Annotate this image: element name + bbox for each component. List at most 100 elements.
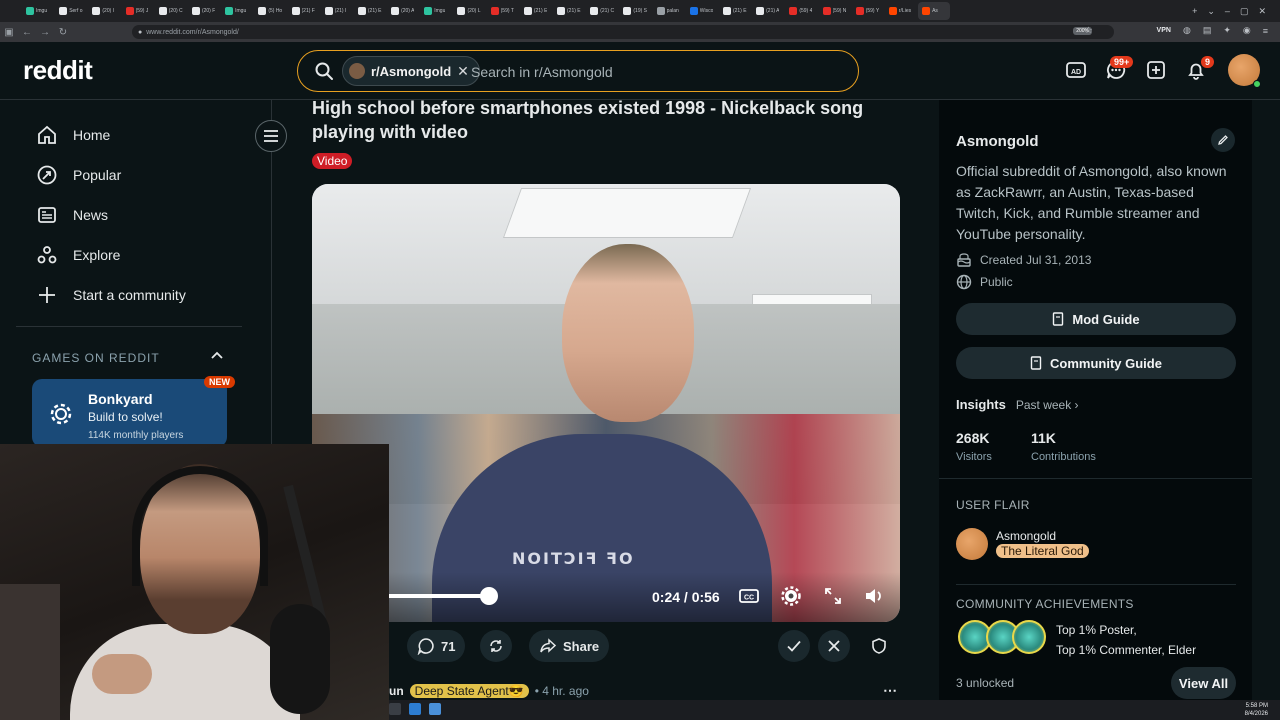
browser-tab[interactable]: (59) N: [819, 2, 851, 20]
community-name[interactable]: Asmongold: [956, 133, 1039, 150]
crosspost-button[interactable]: [480, 630, 512, 662]
forward-icon[interactable]: →: [36, 27, 54, 38]
browser-tab[interactable]: Imgu: [420, 2, 452, 20]
close-icon[interactable]: ✕: [457, 63, 469, 80]
insights-header[interactable]: Insights Past week ›: [956, 397, 1079, 412]
comment-flair: Deep State Agent😎: [409, 684, 529, 698]
video-scrubber[interactable]: [480, 587, 498, 605]
menu-icon[interactable]: ≡: [1263, 26, 1268, 36]
ceiling-light: [502, 188, 752, 238]
close-window-icon[interactable]: ✕: [1258, 6, 1266, 17]
browser-tab[interactable]: r/Lies: [885, 2, 917, 20]
browser-tab[interactable]: (5) Ho: [254, 2, 286, 20]
browser-tab[interactable]: Imgu: [22, 2, 54, 20]
post-title[interactable]: High school before smartphones existed 1…: [312, 96, 908, 144]
minimize-icon[interactable]: –: [1225, 6, 1230, 16]
mod-shield-button[interactable]: [863, 630, 895, 662]
browser-tab[interactable]: (59) Y: [852, 2, 884, 20]
taskbar-clock[interactable]: 5:58 PM 8/4/2026: [1245, 702, 1268, 718]
remove-button[interactable]: [818, 630, 850, 662]
game-card-bonkyard[interactable]: Bonkyard Build to solve! 114K monthly pl…: [32, 379, 227, 447]
more-options-icon[interactable]: ⋯: [883, 682, 897, 699]
profile-icon[interactable]: ◉: [1243, 25, 1251, 36]
achievement-badge-icon[interactable]: [1012, 620, 1046, 654]
captions-icon[interactable]: CC: [739, 586, 759, 606]
view-all-button[interactable]: View All: [1171, 667, 1236, 699]
browser-tab[interactable]: (21) E: [553, 2, 585, 20]
browser-tab[interactable]: (19) S: [619, 2, 651, 20]
ad-icon[interactable]: AD: [1065, 59, 1087, 81]
browser-tab[interactable]: (21) I: [321, 2, 353, 20]
settings-icon[interactable]: [781, 586, 801, 606]
reddit-logo[interactable]: reddit: [23, 55, 93, 86]
sidebar-item-start-community[interactable]: Start a community: [36, 283, 186, 307]
browser-tab[interactable]: Imgu: [221, 2, 253, 20]
stat-contributions: 11K Contributions: [1031, 430, 1096, 463]
browser-tab[interactable]: (59) T: [487, 2, 519, 20]
tab-favicon-icon: [888, 7, 897, 15]
browser-tab[interactable]: (21) F: [288, 2, 320, 20]
subreddit-chip[interactable]: r/Asmongold ✕: [342, 56, 480, 86]
chevron-up-icon[interactable]: [211, 350, 223, 362]
browser-tab[interactable]: (21) E: [719, 2, 751, 20]
edit-community-button[interactable]: [1211, 128, 1235, 152]
browser-tab[interactable]: (21) E: [520, 2, 552, 20]
browser-tab[interactable]: (59) J: [122, 2, 154, 20]
browser-tab[interactable]: (59) 4: [785, 2, 817, 20]
search-bar[interactable]: r/Asmongold ✕ Search in r/Asmongold: [297, 50, 859, 92]
tab-label: Serf o: [69, 8, 83, 14]
browser-tab[interactable]: palan: [653, 2, 685, 20]
taskbar-app-icon[interactable]: [389, 703, 401, 715]
sidebar-item-popular[interactable]: Popular: [36, 163, 121, 187]
browser-tab[interactable]: (21) E: [354, 2, 386, 20]
browser-tab[interactable]: Serf o: [55, 2, 87, 20]
community-guide-button[interactable]: Community Guide: [956, 347, 1236, 379]
post-flair[interactable]: Video: [312, 153, 353, 169]
sidebar-collapse-button[interactable]: [255, 120, 287, 152]
browser-tab[interactable]: (21) A: [752, 2, 784, 20]
section-divider: [939, 478, 1252, 479]
approve-button[interactable]: [778, 630, 810, 662]
browser-tab[interactable]: (20) I: [88, 2, 120, 20]
taskbar-app-icon[interactable]: [429, 703, 441, 715]
create-post-icon[interactable]: [1145, 59, 1167, 81]
browser-tab[interactable]: (20) F: [188, 2, 220, 20]
flair-tag[interactable]: The Literal God: [996, 544, 1089, 558]
share-button[interactable]: Share: [529, 630, 610, 662]
tab-label: (20) C: [168, 8, 183, 14]
star-icon[interactable]: ☆: [1084, 25, 1092, 36]
comment-username[interactable]: un: [389, 684, 404, 698]
volume-icon[interactable]: [864, 586, 884, 606]
contributions-value: 11K: [1031, 430, 1056, 446]
puzzle-icon[interactable]: ✦: [1223, 25, 1231, 36]
browser-tab[interactable]: (20) C: [155, 2, 187, 20]
vpn-button[interactable]: VPN: [1157, 27, 1171, 34]
new-tab-icon[interactable]: +: [1192, 6, 1197, 16]
browser-tab[interactable]: (21) C: [586, 2, 618, 20]
comments-button[interactable]: 71: [407, 630, 466, 662]
sidebar-item-home[interactable]: Home: [36, 123, 110, 147]
sidebar-item-news[interactable]: News: [36, 203, 108, 227]
url-field[interactable]: ● www.reddit.com/r/Asmongold/: [132, 25, 1114, 39]
chevron-down-icon[interactable]: ⌄: [1207, 6, 1215, 17]
maximize-icon[interactable]: ▢: [1240, 6, 1249, 17]
tab-favicon-icon: [557, 7, 565, 15]
sidebar-toggle-icon[interactable]: ▣: [0, 27, 18, 38]
browser-tab[interactable]: (20) A: [387, 2, 419, 20]
video-player[interactable]: NOITƆIꟻ ꟻO 0:24 / 0:56 CC: [312, 184, 900, 622]
mod-guide-button[interactable]: Mod Guide: [956, 303, 1236, 335]
browser-tab[interactable]: As: [918, 2, 951, 20]
extension-icon[interactable]: ◍: [1183, 25, 1191, 36]
sidebar-item-explore[interactable]: Explore: [36, 243, 120, 267]
browser-tab[interactable]: Wisco: [686, 2, 718, 20]
games-section-title[interactable]: GAMES ON REDDIT: [32, 351, 160, 365]
taskbar-steam-icon[interactable]: [409, 703, 421, 715]
search-input[interactable]: Search in r/Asmongold: [471, 64, 613, 80]
wallet-icon[interactable]: ▤: [1203, 25, 1212, 36]
browser-tab[interactable]: (20) L: [453, 2, 485, 20]
flair-username[interactable]: Asmongold: [996, 529, 1056, 543]
reload-icon[interactable]: ↻: [54, 27, 72, 38]
site-info-icon[interactable]: ●: [138, 29, 142, 36]
back-icon[interactable]: ←: [18, 27, 36, 38]
fullscreen-icon[interactable]: [823, 586, 843, 606]
